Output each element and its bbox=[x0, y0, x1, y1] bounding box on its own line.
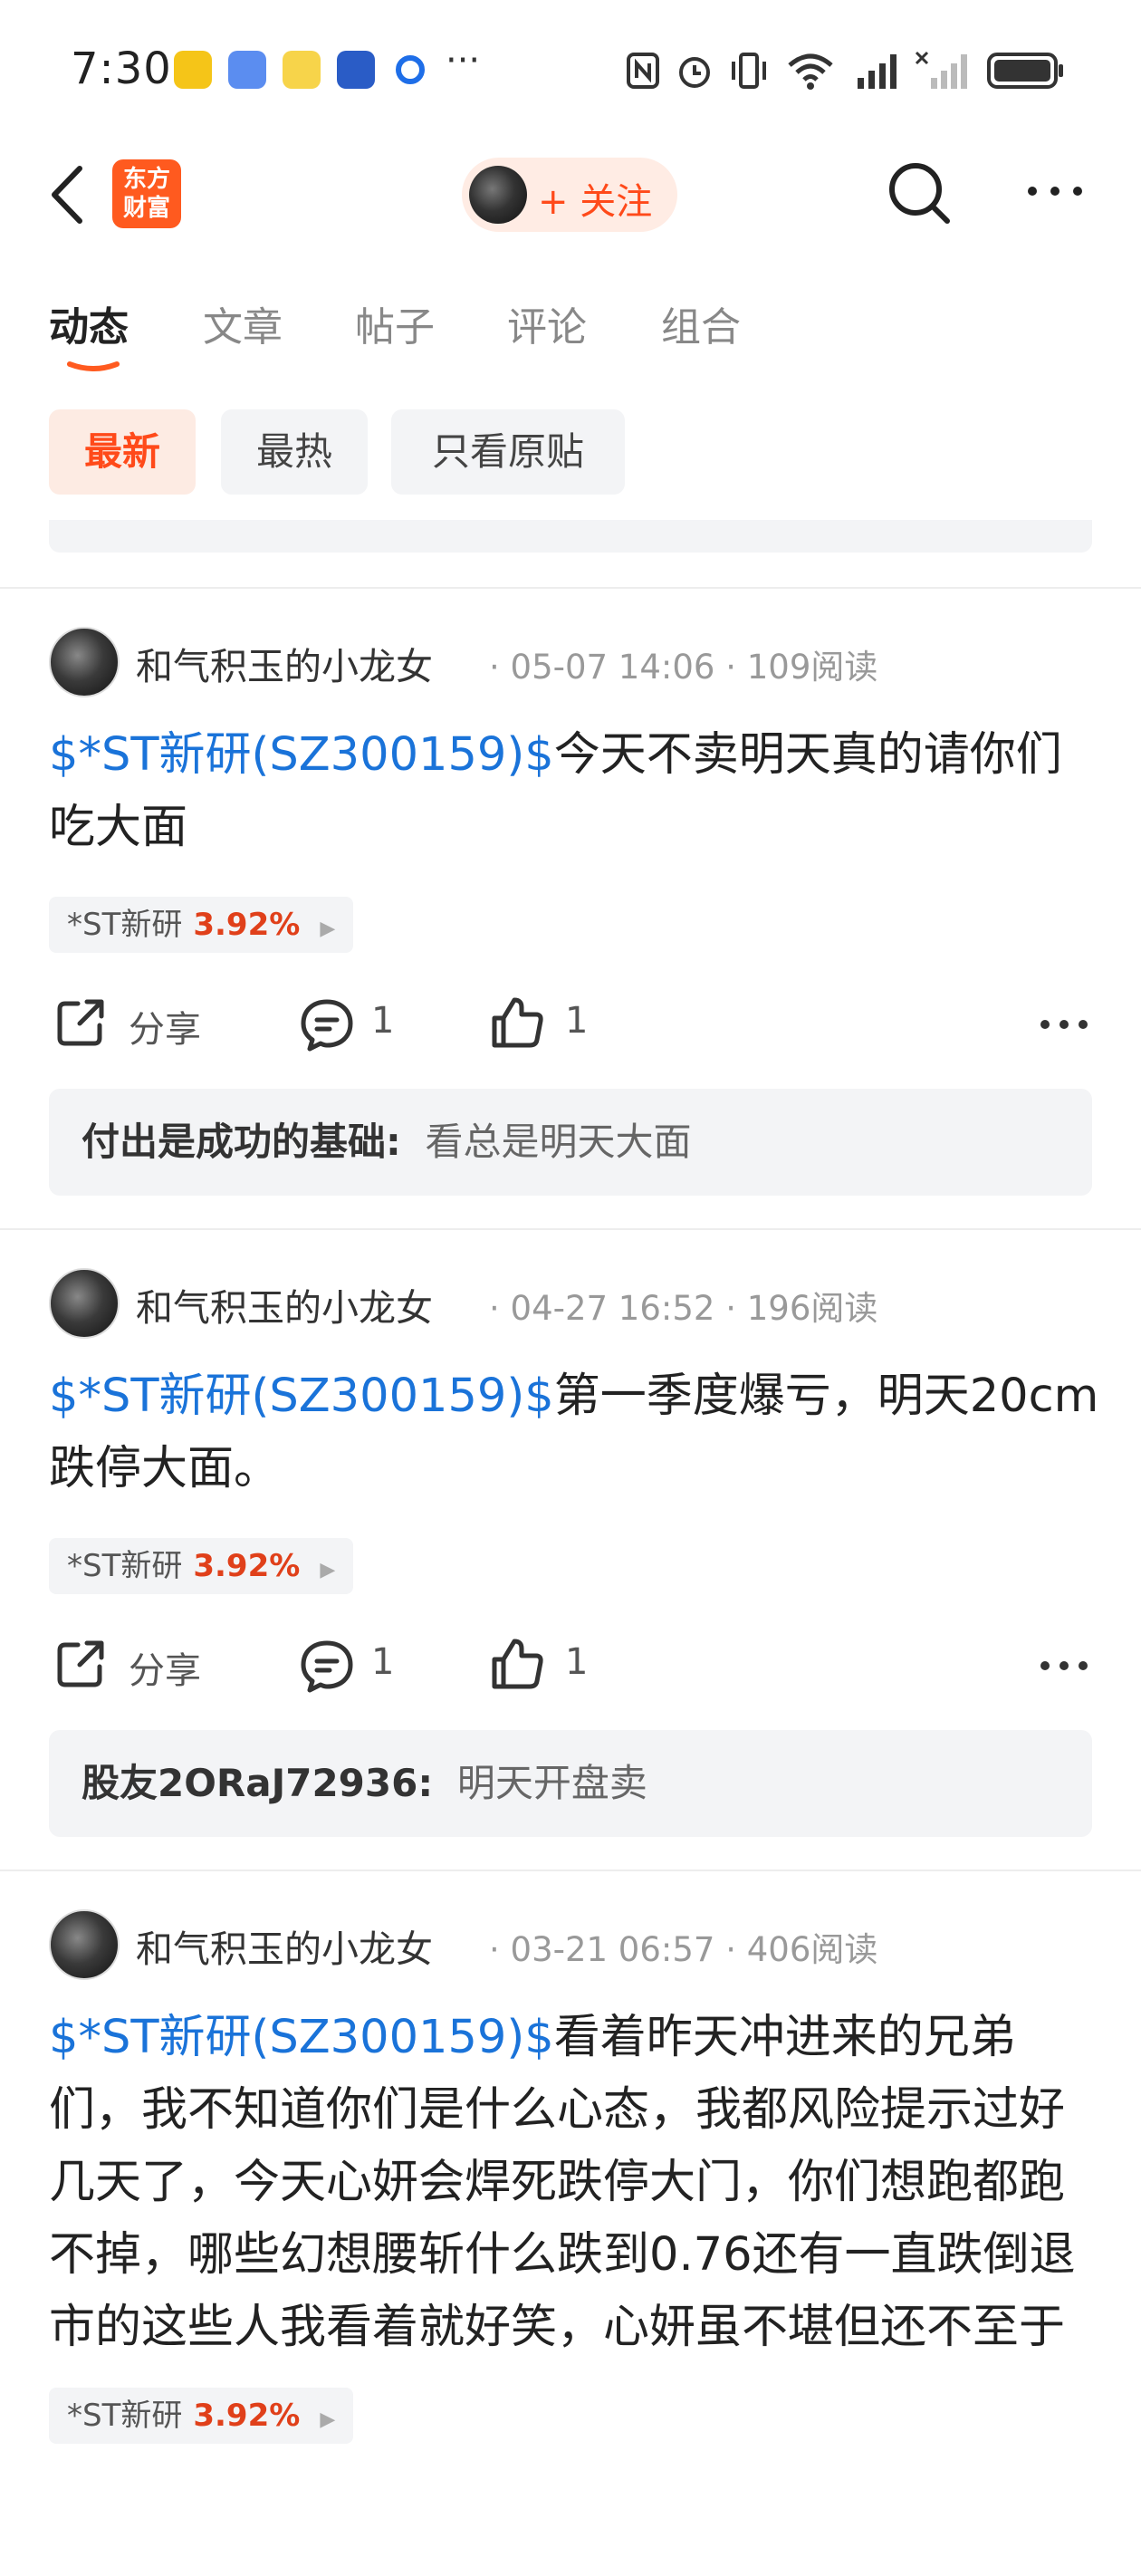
stock-chip[interactable]: *ST新研 3.92% ▶ bbox=[49, 2388, 354, 2444]
post-date: 05-07 14:06 bbox=[510, 648, 715, 687]
comment-author[interactable]: 股友2ORaJ72936 bbox=[82, 1761, 417, 1805]
status-more-icon: ··· bbox=[446, 40, 481, 82]
chevron-right-icon: ▶ bbox=[320, 1559, 336, 1581]
post-content[interactable]: $*ST新研(SZ300159)$第一季度爆亏，明天20cm跌停大面。 bbox=[49, 1360, 1099, 1505]
comment-separator: : bbox=[417, 1761, 434, 1805]
previous-comment-box bbox=[49, 520, 1092, 553]
comment-text: 看总是明天大面 bbox=[425, 1120, 692, 1164]
post-meta: · 05-07 14:06 · 109阅读 bbox=[489, 648, 878, 687]
post-card[interactable]: 和气积玉的小龙女 · 04-27 16:52 · 196阅读 $*ST新研(SZ… bbox=[0, 1230, 1141, 1870]
signal-2-icon bbox=[915, 51, 967, 89]
tab-active-indicator bbox=[67, 361, 120, 371]
filter-latest[interactable]: 最新 bbox=[49, 409, 196, 495]
chevron-right-icon: ▶ bbox=[320, 918, 336, 940]
follow-label: + 关注 bbox=[538, 181, 653, 223]
tab-articles[interactable]: 文章 bbox=[203, 294, 283, 352]
more-options-icon[interactable] bbox=[1040, 1659, 1088, 1672]
like-count[interactable]: 1 bbox=[565, 1000, 588, 1042]
stock-percent: 3.92% bbox=[193, 2398, 301, 2434]
follow-button[interactable]: + 关注 bbox=[462, 158, 677, 232]
comment-icon[interactable] bbox=[299, 996, 355, 1053]
battery-icon bbox=[987, 53, 1063, 89]
comment-icon[interactable] bbox=[299, 1638, 355, 1694]
back-icon[interactable] bbox=[45, 163, 91, 226]
author-name[interactable]: 和气积玉的小龙女 bbox=[136, 1277, 433, 1331]
more-icon[interactable] bbox=[1025, 178, 1085, 205]
post-meta: · 04-27 16:52 · 196阅读 bbox=[489, 1289, 878, 1328]
comment-text: 明天开盘卖 bbox=[456, 1761, 647, 1805]
share-icon[interactable] bbox=[53, 1636, 109, 1692]
stock-name: *ST新研 bbox=[67, 907, 183, 943]
tab-posts[interactable]: 帖子 bbox=[355, 294, 435, 352]
comment-count[interactable]: 1 bbox=[371, 1000, 394, 1042]
tab-dynamics[interactable]: 动态 bbox=[49, 294, 129, 352]
alarm-icon bbox=[679, 57, 710, 88]
share-label[interactable]: 分享 bbox=[129, 1641, 201, 1694]
comment-author[interactable]: 付出是成功的基础 bbox=[82, 1120, 386, 1164]
post-reads: 406阅读 bbox=[746, 1930, 878, 1969]
post-meta: · 03-21 06:57 · 406阅读 bbox=[489, 1930, 878, 1969]
post-reads: 109阅读 bbox=[746, 648, 878, 687]
bank-icon bbox=[337, 51, 375, 89]
post-date: 03-21 06:57 bbox=[510, 1930, 715, 1969]
stock-percent: 3.92% bbox=[193, 907, 301, 943]
filter-hottest[interactable]: 最热 bbox=[221, 409, 368, 495]
stock-name: *ST新研 bbox=[67, 1548, 183, 1584]
author-name[interactable]: 和气积玉的小龙女 bbox=[136, 1918, 433, 1973]
stock-name: *ST新研 bbox=[67, 2398, 183, 2434]
app-icon bbox=[283, 51, 321, 89]
wifi-icon bbox=[788, 53, 833, 90]
comment-preview[interactable]: 股友2ORaJ72936: 明天开盘卖 bbox=[49, 1730, 1092, 1837]
post-card[interactable]: 和气积玉的小龙女 · 03-21 06:57 · 406阅读 $*ST新研(SZ… bbox=[0, 1871, 1141, 2576]
nfc-icon bbox=[627, 53, 659, 89]
app-logo: 东方财富 bbox=[112, 159, 181, 228]
author-avatar[interactable] bbox=[49, 1909, 120, 1980]
stock-chip[interactable]: *ST新研 3.92% ▶ bbox=[49, 897, 354, 953]
filter-original-only[interactable]: 只看原贴 bbox=[391, 409, 625, 495]
more-options-icon[interactable] bbox=[1040, 1018, 1088, 1031]
like-icon[interactable] bbox=[489, 1636, 545, 1692]
signal-icon bbox=[858, 54, 896, 89]
post-date: 04-27 16:52 bbox=[510, 1289, 715, 1328]
stock-chip[interactable]: *ST新研 3.92% ▶ bbox=[49, 1538, 354, 1594]
like-icon[interactable] bbox=[489, 995, 545, 1051]
vibrate-icon bbox=[732, 53, 766, 89]
share-label[interactable]: 分享 bbox=[129, 1000, 201, 1053]
stock-tag-link[interactable]: $*ST新研(SZ300159)$ bbox=[49, 2011, 554, 2064]
stock-tag-link[interactable]: $*ST新研(SZ300159)$ bbox=[49, 728, 554, 782]
post-card[interactable]: 和气积玉的小龙女 · 05-07 14:06 · 109阅读 $*ST新研(SZ… bbox=[0, 589, 1141, 1228]
author-avatar[interactable] bbox=[49, 1268, 120, 1339]
tab-comments[interactable]: 评论 bbox=[507, 294, 587, 352]
status-time: 7:30 bbox=[71, 43, 172, 94]
stock-percent: 3.92% bbox=[193, 1548, 301, 1584]
stock-tag-link[interactable]: $*ST新研(SZ300159)$ bbox=[49, 1370, 554, 1423]
comment-count[interactable]: 1 bbox=[371, 1641, 394, 1683]
app-icon bbox=[391, 51, 429, 89]
author-avatar[interactable] bbox=[49, 627, 120, 697]
comment-separator: : bbox=[386, 1120, 401, 1164]
app-icon bbox=[228, 51, 266, 89]
chevron-right-icon: ▶ bbox=[320, 2408, 336, 2431]
post-reads: 196阅读 bbox=[746, 1289, 878, 1328]
status-bar: 7:30 ··· bbox=[0, 0, 1141, 136]
post-content[interactable]: $*ST新研(SZ300159)$今天不卖明天真的请你们吃大面 bbox=[49, 719, 1099, 864]
tab-portfolio[interactable]: 组合 bbox=[661, 294, 741, 352]
author-name[interactable]: 和气积玉的小龙女 bbox=[136, 636, 433, 690]
post-content[interactable]: $*ST新研(SZ300159)$看着昨天冲进来的兄弟们，我不知道你们是什么心态… bbox=[49, 2002, 1099, 2364]
search-icon[interactable] bbox=[886, 159, 953, 226]
like-count[interactable]: 1 bbox=[565, 1641, 588, 1683]
comment-preview[interactable]: 付出是成功的基础: 看总是明天大面 bbox=[49, 1089, 1092, 1196]
avatar bbox=[469, 166, 527, 224]
share-icon[interactable] bbox=[53, 995, 109, 1051]
weibo-icon bbox=[174, 51, 212, 89]
